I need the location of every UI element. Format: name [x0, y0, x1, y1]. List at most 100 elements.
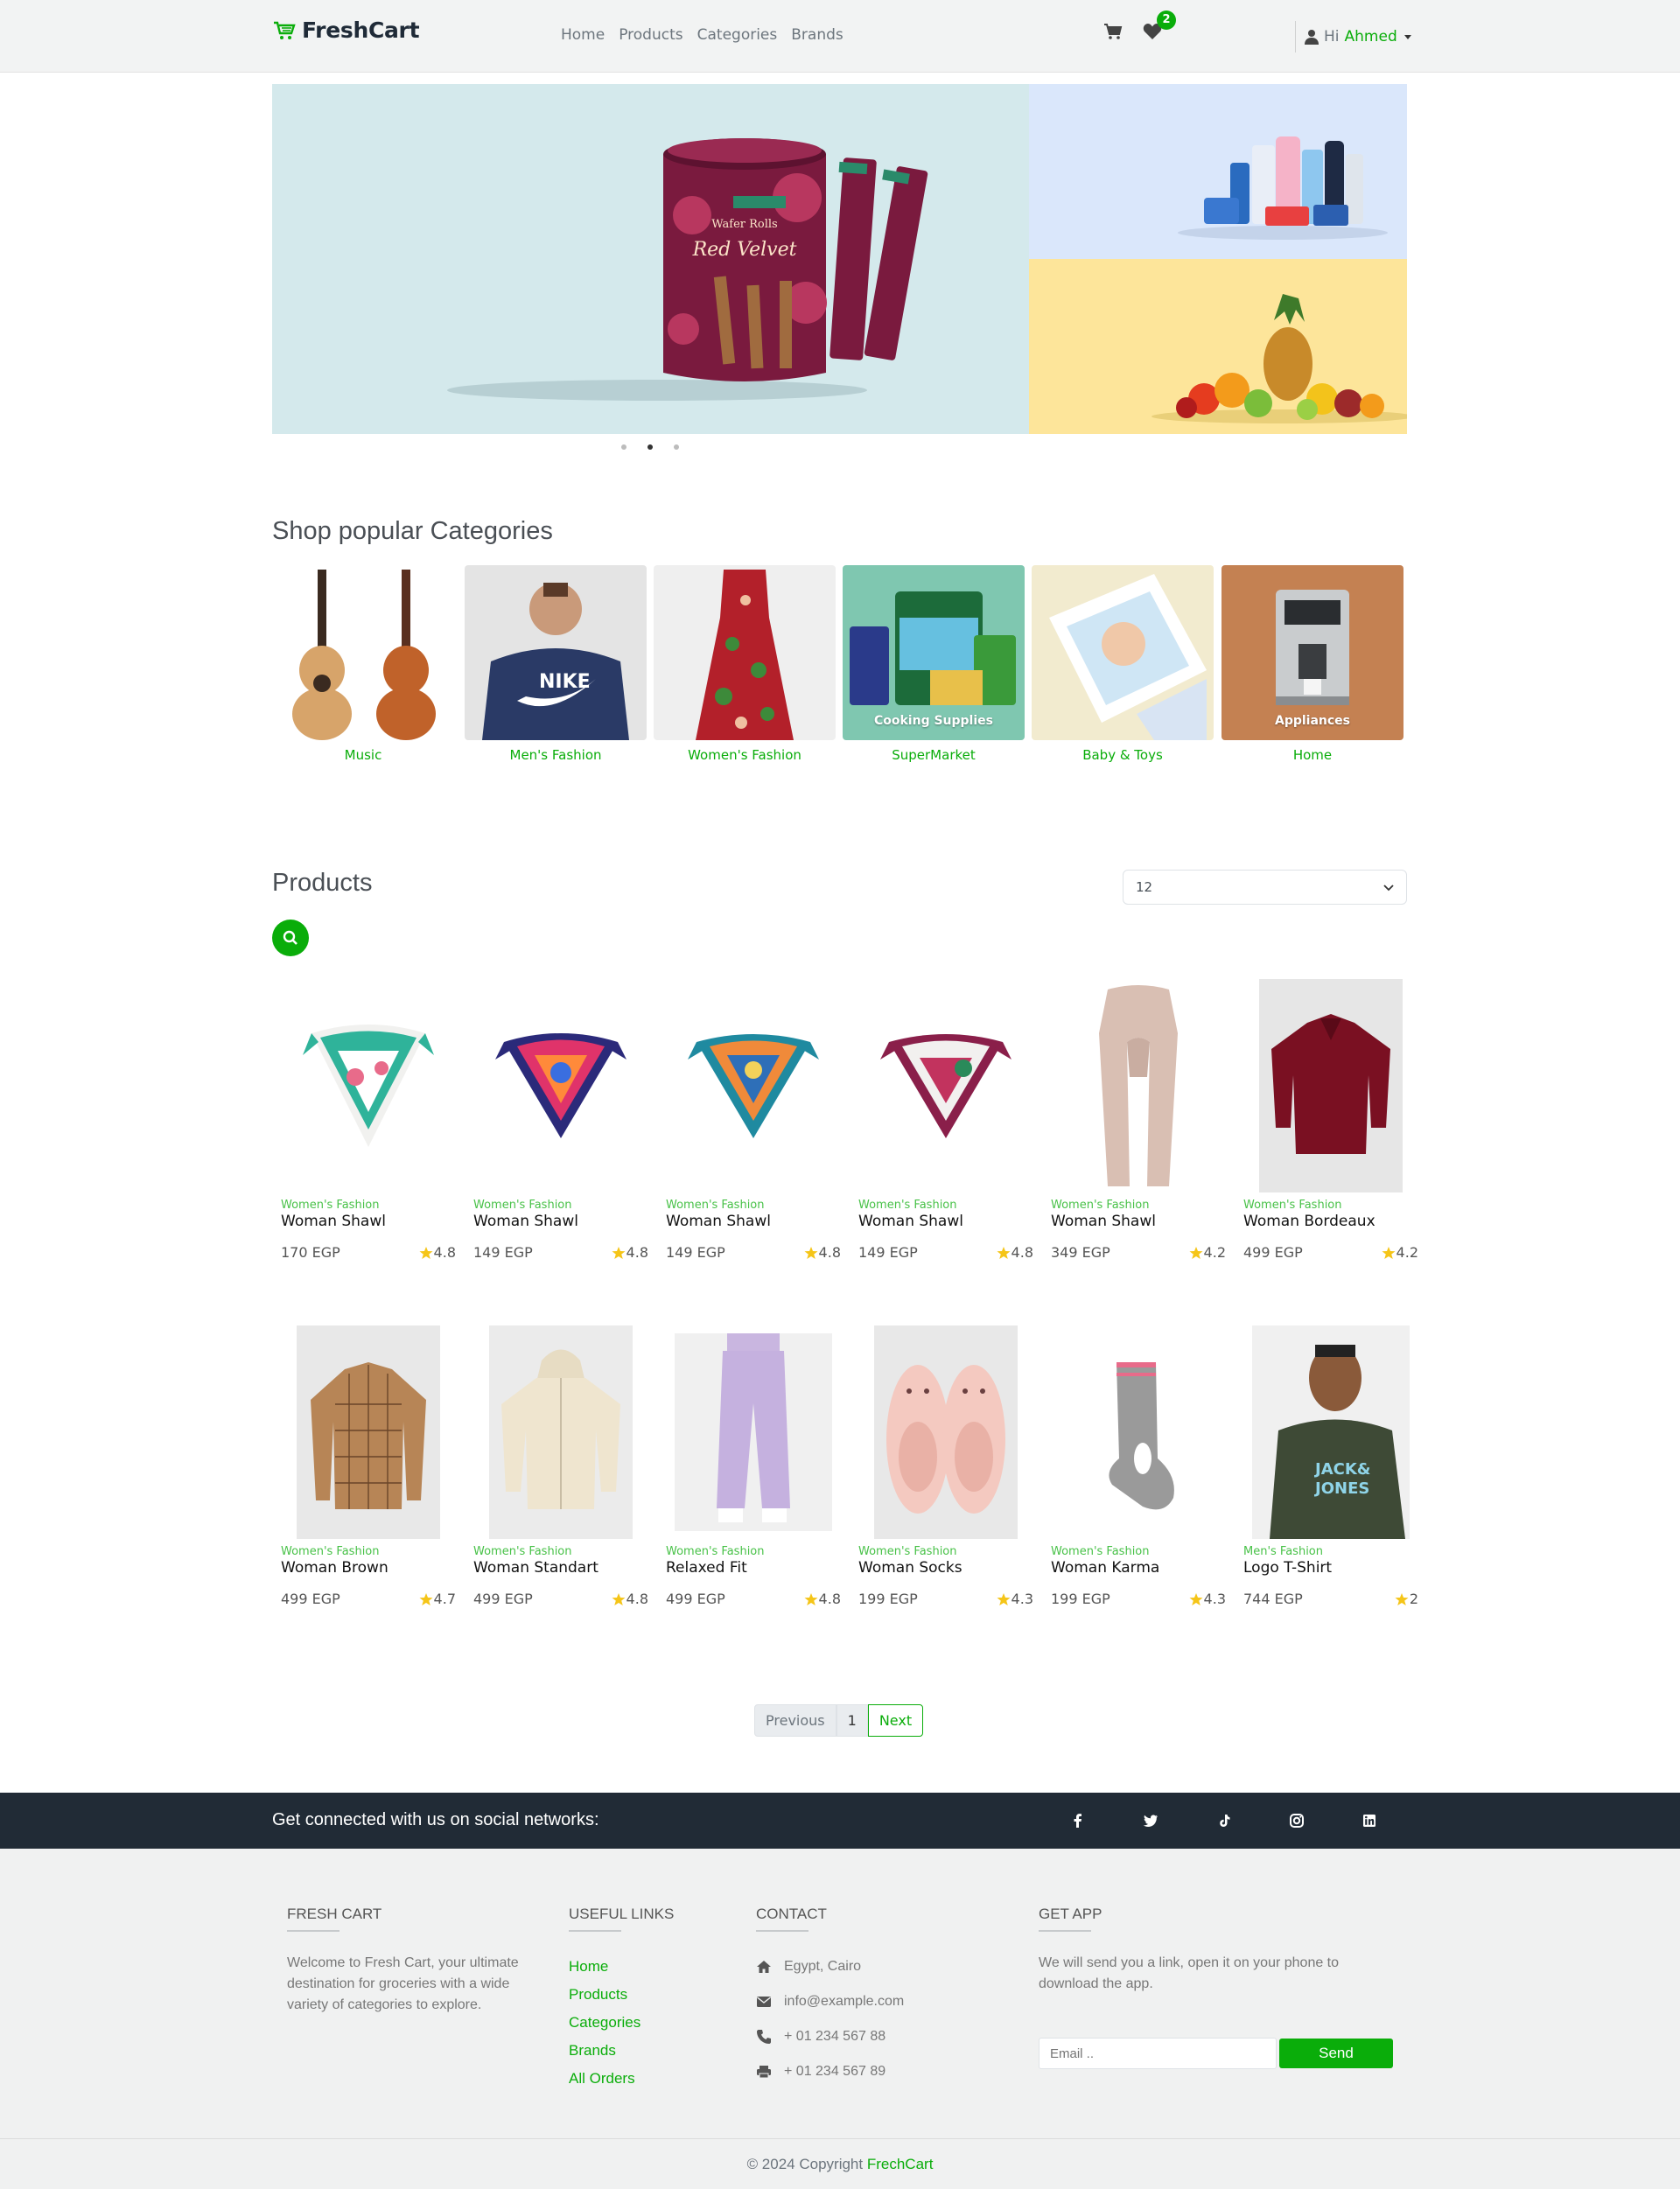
product-card[interactable]: Women's Fashion Relaxed Fit 499 EGP 4.8	[666, 1323, 841, 1607]
product-card[interactable]: JACK& JONES Men's Fashion Logo T-Shirt 7…	[1243, 1323, 1418, 1607]
footer-link-home[interactable]: Home	[569, 1953, 726, 1981]
footer-links-list: Home Products Categories Brands All Orde…	[569, 1953, 726, 2093]
linkedin-icon[interactable]	[1361, 1812, 1378, 1829]
product-card[interactable]: Women's Fashion Woman Brown 499 EGP 4.7	[281, 1323, 456, 1607]
product-name: Logo T-Shirt	[1243, 1559, 1333, 1577]
user-icon	[1305, 30, 1319, 45]
footer-link-all-orders[interactable]: All Orders	[569, 2065, 726, 2093]
facebook-icon[interactable]	[1069, 1812, 1087, 1829]
category-card-supermarket[interactable]: Cooking Supplies SuperMarket	[843, 565, 1025, 763]
contact-address-text: Egypt, Cairo	[784, 1959, 862, 1974]
search-button[interactable]	[272, 920, 309, 956]
product-card[interactable]: Women's Fashion Woman Shawl 170 EGP 4.8	[281, 976, 456, 1261]
footer-link-categories[interactable]: Categories	[569, 2009, 726, 2037]
twitter-icon[interactable]	[1142, 1812, 1159, 1829]
brand-logo[interactable]: FreshCart	[272, 17, 420, 43]
product-meta: 170 EGP 4.8	[281, 1244, 456, 1261]
wafer-rolls-image: Red Velvet Wafer Rolls	[447, 138, 928, 401]
star-icon	[1189, 1592, 1203, 1605]
svg-text:JONES: JONES	[1313, 1479, 1369, 1498]
product-image	[666, 1323, 841, 1542]
category-image	[272, 565, 454, 740]
product-card[interactable]: Women's Fashion Woman Karma 199 EGP 4.3	[1051, 1323, 1226, 1607]
product-rating: 2	[1395, 1591, 1418, 1607]
email-input[interactable]	[1039, 2038, 1277, 2069]
nav-categories[interactable]: Categories	[697, 26, 778, 44]
send-button[interactable]: Send	[1279, 2039, 1393, 2068]
category-card-music[interactable]: Music	[272, 565, 454, 763]
star-icon	[804, 1246, 818, 1259]
user-dropdown[interactable]: Hi Ahmed	[1295, 21, 1411, 52]
product-rating-value: 4.8	[626, 1244, 648, 1261]
product-category: Women's Fashion	[281, 1199, 380, 1212]
footer: FRESH CART Welcome to Fresh Cart, your u…	[0, 1849, 1680, 2138]
pagination-previous[interactable]: Previous	[754, 1704, 836, 1737]
copyright-bar: © 2024 Copyright FrechCart	[0, 2138, 1680, 2189]
product-name: Woman Bordeaux	[1243, 1213, 1376, 1230]
category-name: Music	[344, 747, 382, 763]
envelope-icon	[757, 1997, 771, 2007]
footer-contact-heading: CONTACT	[756, 1906, 827, 1922]
logo-tshirt-man-image: JACK& JONES	[1252, 1325, 1410, 1539]
product-card[interactable]: Women's Fashion Woman Shawl 149 EGP 4.8	[666, 976, 841, 1261]
pagination-next[interactable]: Next	[867, 1704, 924, 1737]
instagram-icon[interactable]	[1288, 1812, 1306, 1829]
category-card-mens-fashion[interactable]: NIKE Men's Fashion	[465, 565, 647, 763]
contact-phone-text: + 01 234 567 88	[784, 2029, 886, 2044]
category-card-baby-toys[interactable]: Baby & Toys	[1032, 565, 1214, 763]
footer-links-heading: USEFUL LINKS	[569, 1906, 675, 1922]
cart-logo-icon	[274, 21, 296, 39]
product-image	[1051, 976, 1226, 1195]
slider-dot-3[interactable]	[674, 444, 679, 450]
hoodie-image	[489, 1325, 633, 1539]
product-meta: 499 EGP 4.8	[666, 1591, 841, 1607]
product-image: JACK& JONES	[1243, 1323, 1418, 1542]
product-card[interactable]: Women's Fashion Woman Socks 199 EGP 4.3	[858, 1323, 1033, 1607]
product-rating-value: 4.8	[818, 1244, 841, 1261]
product-name: Woman Shawl	[666, 1213, 771, 1230]
nav-brands[interactable]: Brands	[791, 26, 844, 44]
product-category: Women's Fashion	[1243, 1199, 1342, 1212]
tiktok-icon[interactable]	[1215, 1812, 1233, 1829]
category-card-home[interactable]: Appliances Home	[1222, 565, 1404, 763]
product-rating-value: 4.8	[818, 1591, 841, 1607]
footer-link-brands[interactable]: Brands	[569, 2037, 726, 2065]
slider-dot-1[interactable]	[621, 444, 626, 450]
slider-dot-2[interactable]	[648, 444, 653, 450]
product-card[interactable]: Women's Fashion Woman Shawl 149 EGP 4.8	[473, 976, 648, 1261]
product-card[interactable]: Women's Fashion Woman Shawl 149 EGP 4.8	[858, 976, 1033, 1261]
product-rating-value: 4.8	[433, 1244, 456, 1261]
product-rating-value: 2	[1409, 1591, 1418, 1607]
personal-care-products-image	[1178, 136, 1388, 240]
product-price: 149 EGP	[858, 1244, 918, 1261]
star-icon	[1382, 1246, 1396, 1259]
products-limit-select[interactable]: 12	[1123, 870, 1407, 905]
copyright-brand-link[interactable]: FrechCart	[867, 2156, 934, 2172]
hero-banner-personal-care[interactable]	[1029, 84, 1407, 259]
pagination-page-1[interactable]: 1	[836, 1704, 868, 1737]
product-rating: 4.8	[612, 1244, 648, 1261]
product-rating-value: 4.2	[1203, 1244, 1226, 1261]
product-image	[281, 976, 456, 1195]
product-rating: 4.2	[1382, 1244, 1418, 1261]
hero-slider-main[interactable]: Red Velvet Wafer Rolls	[272, 84, 1029, 434]
cart-icon[interactable]	[1103, 23, 1123, 40]
product-meta: 499 EGP 4.2	[1243, 1244, 1418, 1261]
category-name: SuperMarket	[892, 747, 976, 763]
social-bar: Get connected with us on social networks…	[0, 1793, 1680, 1849]
hero-banner-fruits[interactable]	[1029, 259, 1407, 434]
product-card[interactable]: Women's Fashion Woman Shawl 349 EGP 4.2	[1051, 976, 1226, 1261]
product-card[interactable]: Women's Fashion Woman Standart 499 EGP 4…	[473, 1323, 648, 1607]
nav-home[interactable]: Home	[561, 26, 605, 44]
category-card-womens-fashion[interactable]: Women's Fashion	[654, 565, 836, 763]
nav-products[interactable]: Products	[619, 26, 682, 44]
user-name: Ahmed	[1344, 28, 1397, 45]
footer-app-text: We will send you a link, open it on your…	[1039, 1955, 1340, 1991]
man-hoodie-image: NIKE	[482, 583, 629, 740]
footer-divider	[569, 1930, 621, 1932]
product-meta: 199 EGP 4.3	[1051, 1591, 1226, 1607]
product-card[interactable]: Women's Fashion Woman Bordeaux 499 EGP 4…	[1243, 976, 1418, 1261]
footer-link-products[interactable]: Products	[569, 1981, 726, 2009]
product-name: Woman Shawl	[473, 1213, 578, 1230]
product-image	[666, 976, 841, 1195]
